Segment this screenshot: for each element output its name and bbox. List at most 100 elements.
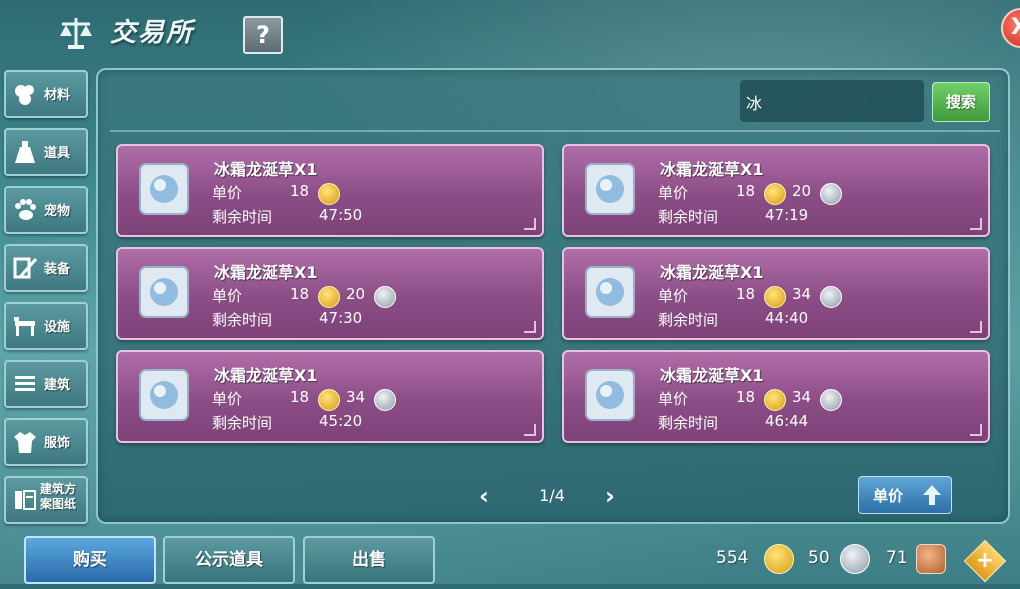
gold-amount: 554 [716, 548, 749, 568]
sort-up-icon [923, 485, 941, 505]
gold-coin-icon [764, 286, 786, 308]
price-label: 单价 [212, 184, 243, 202]
silver-price: 34 [346, 388, 366, 406]
time-remaining: 47:50 [319, 206, 363, 224]
price-label: 单价 [212, 390, 243, 408]
ice-crystal-icon [139, 369, 189, 421]
silver-price: 34 [792, 285, 812, 303]
corner-icon [524, 218, 536, 230]
gold-coin-icon [318, 389, 340, 411]
item-name: 冰霜龙涎草X1 [214, 263, 318, 282]
gold-coin-icon [318, 286, 340, 308]
help-button[interactable]: ? [243, 16, 283, 54]
corner-icon [970, 424, 982, 436]
clothing-icon [14, 432, 36, 453]
ice-crystal-icon [585, 369, 635, 421]
time-remaining: 44:40 [765, 309, 809, 327]
silver-price: 20 [792, 182, 812, 200]
gold-coin-icon [764, 183, 786, 205]
paw-icon [15, 199, 36, 220]
listing-card[interactable]: 冰霜龙涎草X1 单价 18 34 剩余时间 46:44 [562, 350, 990, 443]
item-name: 冰霜龙涎草X1 [214, 160, 318, 179]
time-label: 剩余时间 [658, 311, 719, 329]
equipment-icon [13, 257, 38, 279]
corner-icon [524, 321, 536, 333]
sidebar-item-label: 服饰 [44, 436, 71, 451]
silver-price: 20 [346, 285, 366, 303]
item-name: 冰霜龙涎草X1 [660, 160, 764, 179]
listing-card[interactable]: 冰霜龙涎草X1 单价 18 20 剩余时间 47:19 [562, 144, 990, 237]
building-icon [15, 376, 35, 391]
tab-buy[interactable]: 购买 [24, 536, 156, 584]
close-button[interactable]: X [1001, 8, 1020, 48]
listing-card[interactable]: 冰霜龙涎草X1 单价 18 20 剩余时间 47:30 [116, 247, 544, 340]
sidebar-item-label: 建筑 [44, 378, 71, 393]
listing-card[interactable]: 冰霜龙涎草X1 单价 18 剩余时间 47:50 [116, 144, 544, 237]
blueprint-icon [15, 490, 36, 510]
sidebar-item-blueprints[interactable]: 建筑方案图纸 [4, 476, 88, 524]
sort-by-price-button[interactable]: 单价 [858, 476, 952, 514]
sidebar-item-equipment[interactable]: 装备 [4, 244, 88, 292]
time-label: 剩余时间 [658, 208, 719, 226]
gold-coin-icon [764, 544, 794, 574]
search-input[interactable] [740, 80, 918, 124]
gold-coin-icon [318, 183, 340, 205]
copper-amount: 71 [886, 548, 908, 568]
time-label: 剩余时间 [212, 208, 273, 226]
time-label: 剩余时间 [212, 311, 273, 329]
search-button[interactable]: 搜索 [932, 82, 990, 122]
item-name: 冰霜龙涎草X1 [660, 366, 764, 385]
plus-icon: + [975, 548, 995, 573]
gold-price: 18 [290, 285, 310, 303]
tab-sell[interactable]: 出售 [303, 536, 435, 584]
gold-price: 18 [290, 388, 310, 406]
silver-coin-icon [374, 389, 396, 411]
facility-icon [14, 317, 35, 336]
gold-price: 18 [736, 388, 756, 406]
sort-label: 单价 [873, 487, 904, 505]
ice-crystal-icon [585, 163, 635, 215]
header: 交易所 ? X [0, 0, 1020, 62]
search-box [740, 80, 924, 124]
sidebar-item-facilities[interactable]: 设施 [4, 302, 88, 350]
time-label: 剩余时间 [212, 414, 273, 432]
time-label: 剩余时间 [658, 414, 719, 432]
page-title: 交易所 [110, 18, 195, 48]
page-indicator: 1/4 [539, 486, 565, 505]
gold-price: 18 [736, 182, 756, 200]
sidebar-item-pets[interactable]: 宠物 [4, 186, 88, 234]
silver-coin-icon [820, 389, 842, 411]
price-label: 单价 [658, 184, 689, 202]
time-remaining: 45:20 [319, 412, 363, 430]
divider [110, 130, 1000, 132]
sidebar-item-label: 装备 [44, 262, 71, 277]
gold-price: 18 [290, 182, 310, 200]
sidebar-item-materials[interactable]: 材料 [4, 70, 88, 118]
silver-coin-icon [820, 286, 842, 308]
gold-price: 18 [736, 285, 756, 303]
corner-icon [524, 424, 536, 436]
silver-coin-icon [820, 183, 842, 205]
price-label: 单价 [212, 287, 243, 305]
price-label: 单价 [658, 390, 689, 408]
listing-card[interactable]: 冰霜龙涎草X1 单价 18 34 剩余时间 45:20 [116, 350, 544, 443]
prev-page-icon[interactable]: ‹ [474, 484, 494, 508]
sidebar-item-label: 道具 [44, 146, 71, 161]
sidebar-item-items[interactable]: 道具 [4, 128, 88, 176]
sidebar-item-label: 设施 [44, 320, 71, 335]
corner-icon [970, 321, 982, 333]
price-label: 单价 [658, 287, 689, 305]
copper-coin-icon [916, 544, 946, 574]
gold-coin-icon [764, 389, 786, 411]
sidebar-item-clothing[interactable]: 服饰 [4, 418, 88, 466]
next-page-icon[interactable]: › [600, 484, 620, 508]
item-name: 冰霜龙涎草X1 [214, 366, 318, 385]
ice-crystal-icon [139, 163, 189, 215]
time-remaining: 46:44 [765, 412, 809, 430]
silver-coin-icon [374, 286, 396, 308]
sidebar-item-buildings[interactable]: 建筑 [4, 360, 88, 408]
item-name: 冰霜龙涎草X1 [660, 263, 764, 282]
materials-icon [15, 85, 34, 105]
tab-public-items[interactable]: 公示道具 [163, 536, 295, 584]
listing-card[interactable]: 冰霜龙涎草X1 单价 18 34 剩余时间 44:40 [562, 247, 990, 340]
